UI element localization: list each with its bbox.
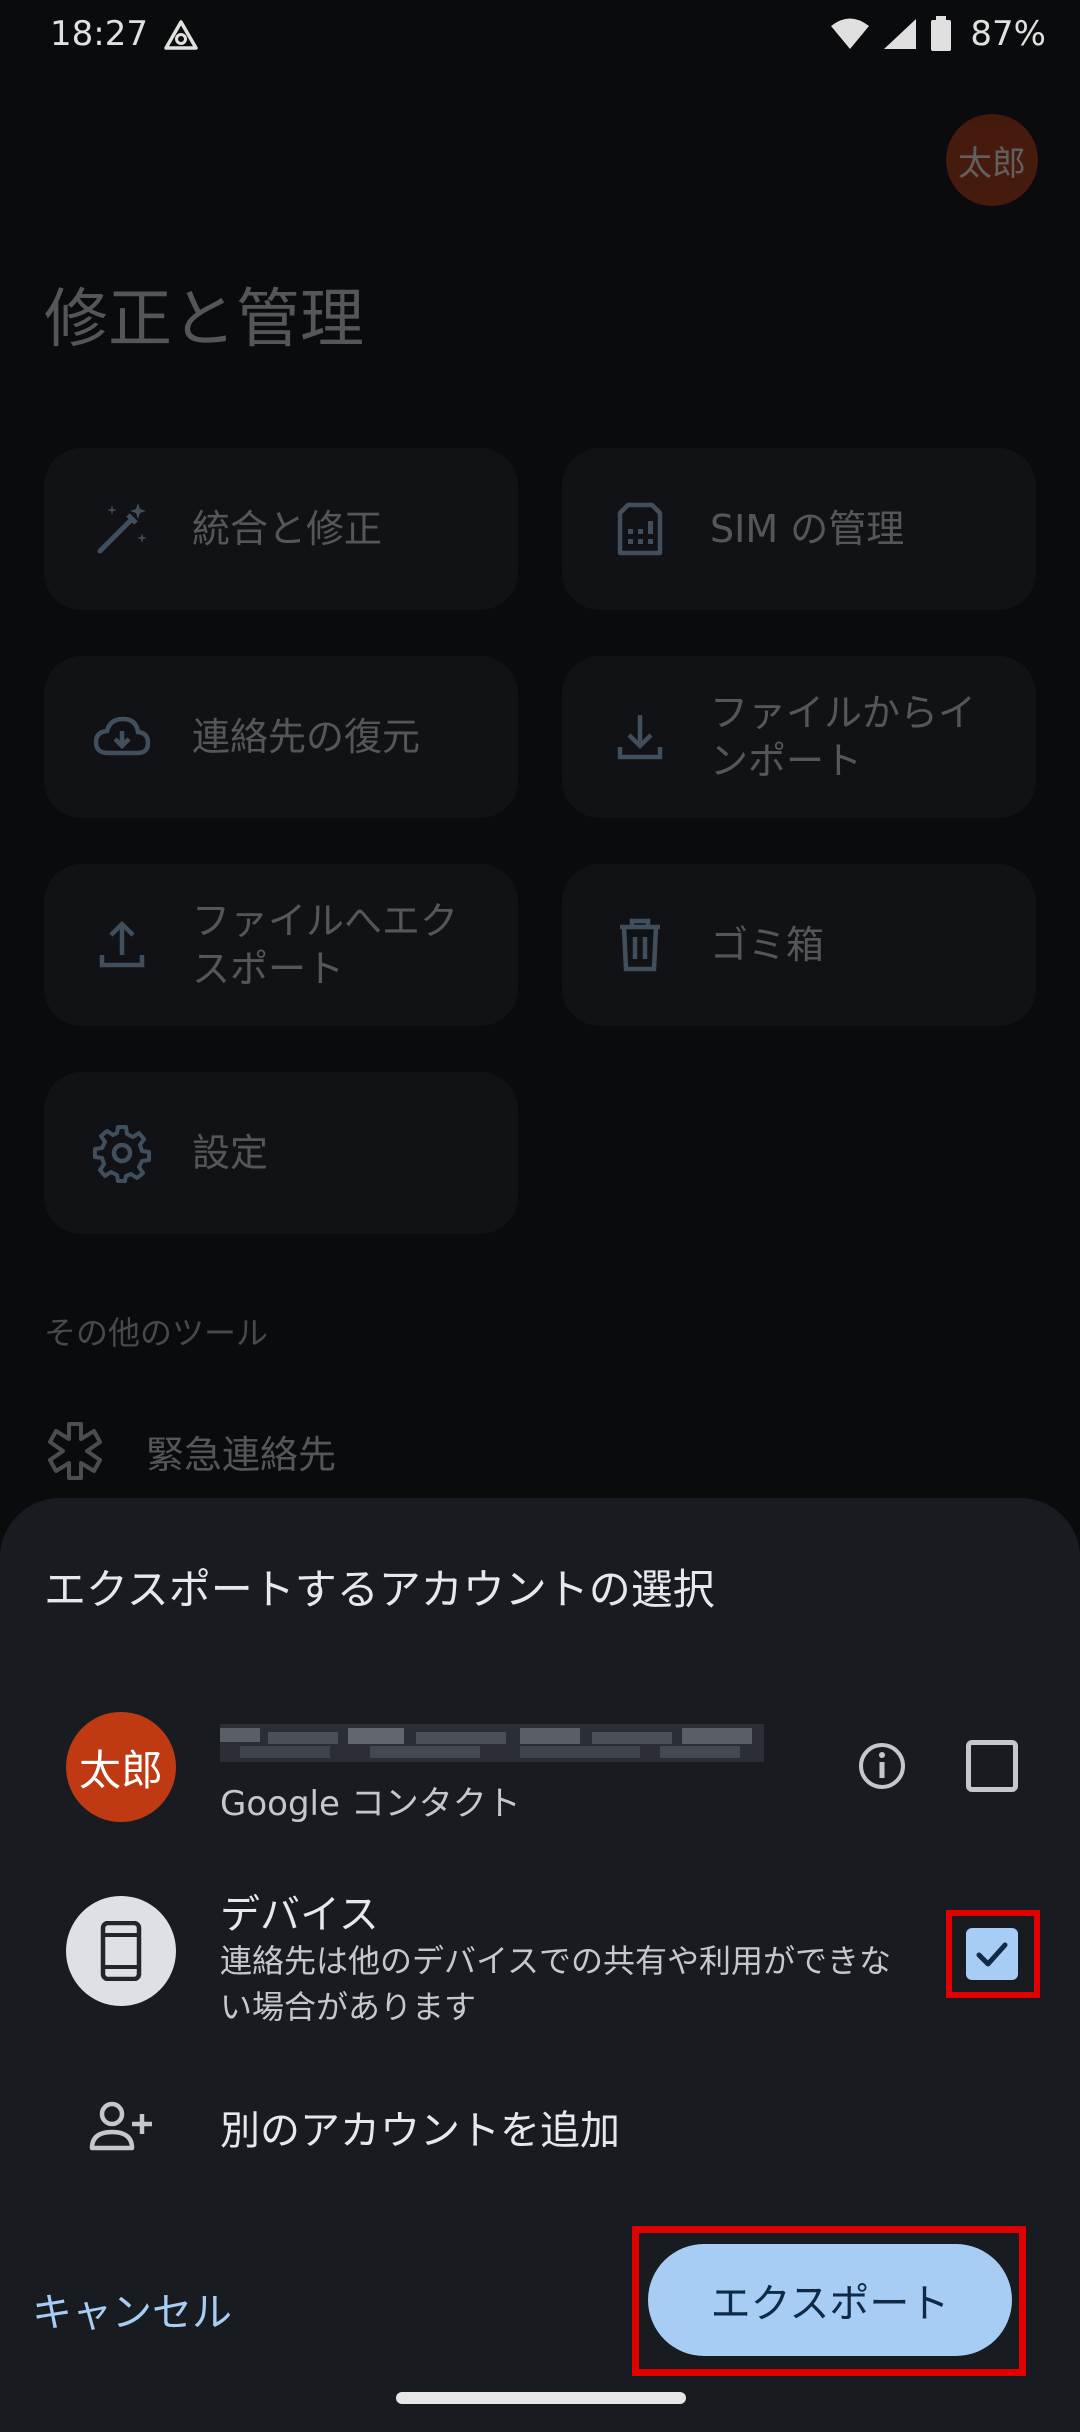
tile-label: 連絡先の復元 <box>192 715 421 759</box>
download-icon <box>617 715 663 760</box>
tile-label: ゴミ箱 <box>710 923 825 967</box>
emergency-contacts-item[interactable]: 緊急連絡先 <box>44 1420 336 1482</box>
cloud-download-icon <box>93 716 151 756</box>
trash-icon <box>620 918 660 972</box>
phone-icon <box>100 1921 142 1981</box>
export-button[interactable]: エクスポート <box>648 2244 1012 2356</box>
tile-label: ファイルからインポート <box>710 691 977 783</box>
tile-merge-fix[interactable]: 統合と修正 <box>44 448 518 610</box>
checkmark-icon <box>976 1942 1008 1967</box>
google-account-type: Google コンタクト <box>220 1784 521 1824</box>
background-page: 太郎 修正と管理 統合と修正 SIM の管理 連絡先の復元 ファイルからインポー… <box>0 0 1080 1500</box>
device-title: デバイス <box>220 1892 379 1938</box>
redacted-email-address <box>220 1724 764 1762</box>
gesture-nav-handle[interactable] <box>396 2392 686 2404</box>
tile-import-from-file[interactable]: ファイルからインポート <box>562 656 1036 818</box>
cancel-button[interactable]: キャンセル <box>32 2272 232 2346</box>
gear-icon <box>93 1125 151 1183</box>
device-avatar <box>66 1896 176 2006</box>
account-avatar[interactable]: 太郎 <box>946 114 1038 206</box>
other-tools-heading: その他のツール <box>44 1314 269 1352</box>
add-person-icon[interactable] <box>86 2098 156 2158</box>
device-checkbox[interactable] <box>966 1928 1018 1980</box>
medical-asterisk-icon <box>48 1422 102 1480</box>
add-account-button[interactable]: 別のアカウントを追加 <box>220 2098 620 2156</box>
tile-label: 設定 <box>192 1131 269 1175</box>
magic-wand-icon <box>97 503 147 554</box>
account-select-sheet: エクスポートするアカウントの選択 太郎 Google コンタクト デバイス 連絡… <box>0 1498 1080 2432</box>
emergency-label: 緊急連絡先 <box>146 1432 337 1477</box>
tile-label: SIM の管理 <box>710 507 905 551</box>
google-account-avatar: 太郎 <box>66 1712 176 1822</box>
page-title: 修正と管理 <box>44 283 364 357</box>
tile-trash[interactable]: ゴミ箱 <box>562 864 1036 1026</box>
device-description: 連絡先は他のデバイスでの共有や利用ができない場合があります <box>220 1942 892 2026</box>
tile-sim-manage[interactable]: SIM の管理 <box>562 448 1036 610</box>
tile-restore-contacts[interactable]: 連絡先の復元 <box>44 656 518 818</box>
google-account-checkbox[interactable] <box>966 1740 1018 1792</box>
tile-export-to-file[interactable]: ファイルへエクスポート <box>44 864 518 1026</box>
sheet-title: エクスポートするアカウントの選択 <box>44 1565 715 1614</box>
tile-label: ファイルへエクスポート <box>192 899 459 991</box>
sim-card-icon <box>617 502 663 556</box>
tile-settings[interactable]: 設定 <box>44 1072 518 1234</box>
tile-label: 統合と修正 <box>192 507 383 551</box>
info-icon[interactable] <box>856 1740 908 1792</box>
upload-icon <box>99 920 145 968</box>
